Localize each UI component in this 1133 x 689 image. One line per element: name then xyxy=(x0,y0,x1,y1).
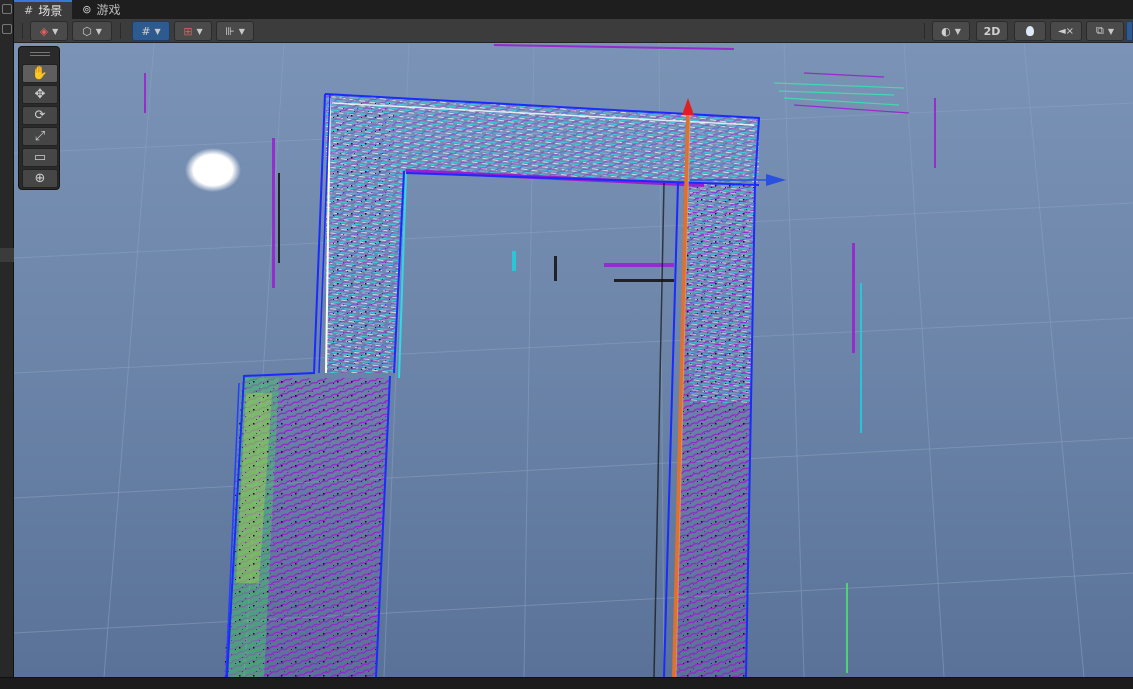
gizmo-y-arrow xyxy=(682,98,694,115)
lighting-toggle[interactable] xyxy=(1014,21,1046,41)
left-panel-strip xyxy=(0,0,14,689)
tab-game[interactable]: ⊚ 游戏 xyxy=(72,0,130,19)
increment-snap-icon: ⊞ xyxy=(183,24,193,38)
sphere-icon: ◐ xyxy=(941,24,951,38)
grid-snap-icon: # xyxy=(141,24,151,38)
toolbar-separator xyxy=(924,23,925,39)
move-tool[interactable]: ✥ xyxy=(22,85,58,104)
grid-icon: # xyxy=(24,4,34,17)
panel-menu-icon[interactable] xyxy=(2,4,12,14)
rotate-icon: ⟳ xyxy=(34,108,46,123)
tab-bar: # 场景 ⊚ 游戏 xyxy=(14,0,1133,19)
2d-label: 2D xyxy=(983,24,1001,38)
layers-icon: ⧉ xyxy=(1095,24,1104,37)
ruler-dropdown[interactable]: ⊪ ▼ xyxy=(216,21,254,41)
scale-icon: ⤢ xyxy=(34,129,46,144)
tab-game-label: 游戏 xyxy=(96,3,121,17)
toolbar-separator xyxy=(120,23,121,39)
gizmos-toggle[interactable] xyxy=(1126,21,1133,41)
sun-disc xyxy=(185,148,241,192)
bottom-status-bar xyxy=(0,677,1133,689)
hand-icon: ✋ xyxy=(31,66,49,81)
grid-snap-toggle[interactable]: # ▼ xyxy=(132,21,170,41)
draw-mode-dropdown[interactable]: ◈ ▼ xyxy=(30,21,68,41)
audio-mute-icon: ◄× xyxy=(1057,25,1075,37)
hand-tool[interactable]: ✋ xyxy=(22,64,58,83)
point-cloud-building xyxy=(224,93,759,677)
rect-tool[interactable]: ▭ xyxy=(22,148,58,167)
2d-toggle[interactable]: 2D xyxy=(976,21,1008,41)
rect-icon: ▭ xyxy=(33,150,47,165)
increment-snap-dropdown[interactable]: ⊞ ▼ xyxy=(174,21,212,41)
effects-dropdown[interactable]: ⧉ ▼ xyxy=(1086,21,1124,41)
point-cloud-top-right xyxy=(493,44,910,114)
transform-tool[interactable]: ⊕ xyxy=(22,169,58,188)
move-icon: ✥ xyxy=(34,87,46,102)
ruler-icon: ⊪ xyxy=(225,24,235,38)
shading-dropdown[interactable]: ◐ ▼ xyxy=(932,21,970,41)
scene-viewport[interactable] xyxy=(14,43,1133,677)
transform-icon: ⊕ xyxy=(34,171,46,186)
gamepad-icon: ⊚ xyxy=(82,3,92,16)
scene-toolbar: ◈ ▼ ⬡ ▼ # ▼ ⊞ ▼ ⊪ ▼ ◐ ▼ 2D ◄× ⧉ ▼ xyxy=(14,19,1133,43)
toolbar-separator xyxy=(22,23,23,39)
draw-mode-icon: ◈ xyxy=(39,24,49,38)
rotate-tool[interactable]: ⟳ xyxy=(22,106,58,125)
lightbulb-icon xyxy=(1026,26,1034,36)
panel-maximize-icon[interactable] xyxy=(2,24,12,34)
cube-icon: ⬡ xyxy=(82,24,92,38)
panel-scroll-handle[interactable] xyxy=(0,248,14,262)
audio-toggle[interactable]: ◄× xyxy=(1050,21,1082,41)
palette-grip-icon[interactable] xyxy=(30,52,50,56)
scene-render xyxy=(14,43,1133,677)
tool-palette: ✋ ✥ ⟳ ⤢ ▭ ⊕ xyxy=(18,46,60,190)
render-mode-dropdown[interactable]: ⬡ ▼ xyxy=(72,21,112,41)
tab-scene-label: 场景 xyxy=(38,4,63,18)
scale-tool[interactable]: ⤢ xyxy=(22,127,58,146)
tab-scene[interactable]: # 场景 xyxy=(14,0,73,19)
gizmo-x-arrow xyxy=(766,174,786,186)
